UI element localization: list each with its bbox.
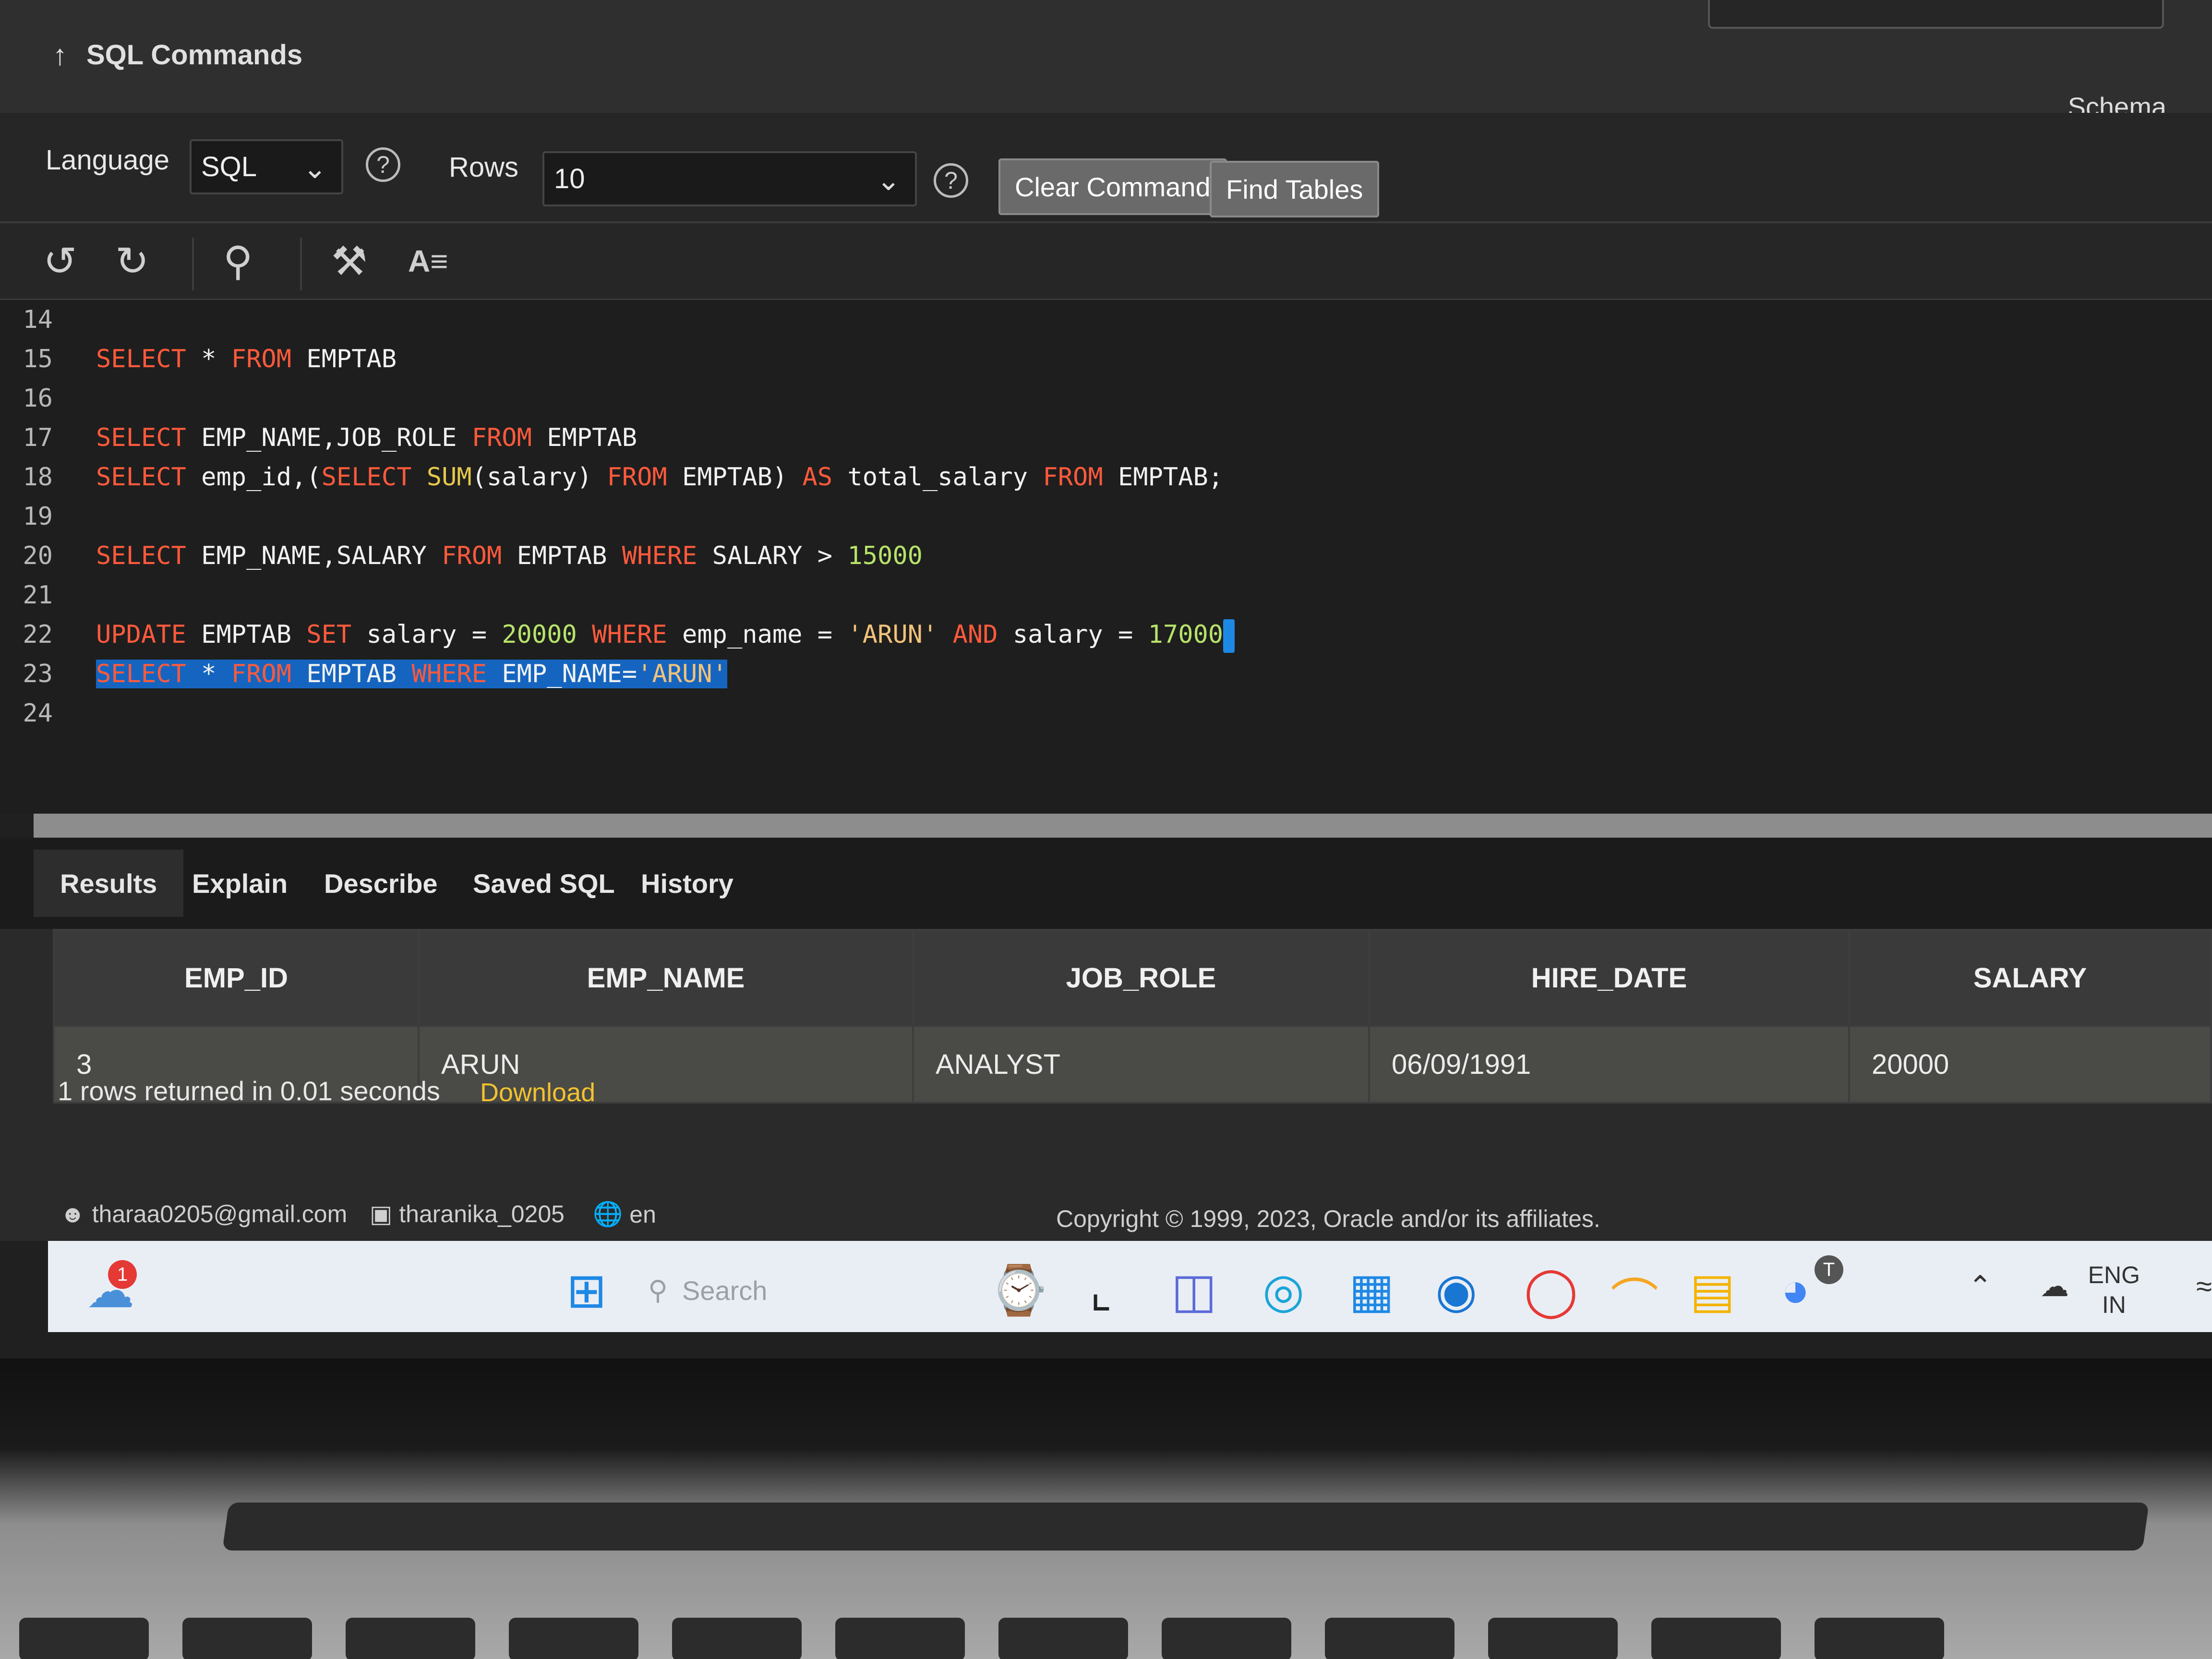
rows-value: 10 bbox=[554, 163, 585, 194]
globe-icon: 🌐 bbox=[593, 1201, 623, 1227]
text-cursor bbox=[1223, 619, 1235, 653]
file-explorer-icon[interactable]: ▤ bbox=[1690, 1262, 1735, 1319]
code-line: 16 bbox=[23, 384, 53, 413]
search-placeholder: Search bbox=[682, 1275, 768, 1306]
wifi-icon[interactable]: ≈ bbox=[2196, 1270, 2212, 1303]
search-icon[interactable]: ⚲ bbox=[223, 238, 253, 285]
rows-returned-text: 1 rows returned in 0.01 seconds bbox=[58, 1076, 440, 1106]
loading-app-icon[interactable]: ⌒ bbox=[1611, 1262, 1659, 1332]
find-tables-button[interactable]: Find Tables bbox=[1210, 161, 1380, 217]
result-tabs: Results Explain Describe Saved SQL Histo… bbox=[0, 838, 2212, 929]
chevron-down-icon: ⌄ bbox=[876, 164, 901, 196]
code-line: 14 bbox=[23, 305, 53, 334]
tab-explain[interactable]: Explain bbox=[166, 850, 314, 917]
global-search-input[interactable] bbox=[1708, 0, 2164, 29]
toolbar-divider bbox=[192, 238, 194, 290]
redo-icon[interactable]: ↻ bbox=[115, 238, 149, 285]
language-value: SQL bbox=[201, 151, 257, 182]
column-header[interactable]: EMP_ID bbox=[53, 929, 420, 1027]
edge-icon[interactable]: ◎ bbox=[1262, 1262, 1304, 1319]
code-line-selected: 23 SELECT * FROM EMPTAB WHERE EMP_NAME='A… bbox=[23, 660, 727, 688]
windows-taskbar: ☁ 1 ⊞ ⚲ Search ⌚ ⌞ ◫ ◎ ▦ ◉ ◯ ⌒ ▤ ◕ T ⌃ ☁… bbox=[48, 1241, 2212, 1332]
search-icon: ⚲ bbox=[648, 1275, 668, 1305]
input-language[interactable]: ENG IN bbox=[2088, 1260, 2140, 1320]
workspace-name: tharanika_0205 bbox=[399, 1201, 565, 1227]
laptop-hinge bbox=[222, 1503, 2150, 1551]
language-label: Language bbox=[46, 144, 170, 176]
chrome-icon[interactable]: ◕ bbox=[1781, 1262, 1810, 1318]
rows-label: Rows bbox=[449, 152, 519, 183]
hammer-icon[interactable]: ⚒ bbox=[331, 238, 367, 285]
windows-start-icon[interactable]: ⊞ bbox=[566, 1262, 607, 1319]
clock-app-icon[interactable]: ⌚ bbox=[989, 1262, 1049, 1319]
rows-help-icon[interactable]: ? bbox=[934, 163, 968, 198]
table-cell: 06/09/1991 bbox=[1368, 1025, 1850, 1104]
tab-history[interactable]: History bbox=[614, 850, 760, 917]
undo-icon[interactable]: ↺ bbox=[43, 238, 77, 285]
copyright-text: Copyright © 1999, 2023, Oracle and/or it… bbox=[1056, 1205, 1600, 1232]
language-code: en bbox=[629, 1201, 656, 1228]
teams-icon[interactable]: ◫ bbox=[1171, 1262, 1216, 1319]
page-title: ↑ SQL Commands bbox=[53, 38, 302, 72]
pane-splitter[interactable] bbox=[34, 814, 2212, 838]
code-line: 22 UPDATE EMPTAB SET salary = 20000 WHERE… bbox=[0, 615, 1235, 654]
taskbar-search[interactable]: ⚲ Search bbox=[648, 1264, 936, 1317]
format-text-icon[interactable]: A≡ bbox=[408, 243, 448, 279]
chevron-down-icon: ⌄ bbox=[302, 152, 327, 184]
notification-badge: 1 bbox=[108, 1260, 137, 1289]
lang-line1: ENG bbox=[2088, 1262, 2140, 1288]
tab-saved-sql[interactable]: Saved SQL bbox=[446, 850, 641, 917]
user-icon: ☻ bbox=[60, 1201, 85, 1227]
sql-editor[interactable]: 14 15 SELECT * FROM EMPTAB 16 17 SELECT EM… bbox=[0, 300, 2212, 814]
language-info[interactable]: 🌐 en bbox=[593, 1200, 656, 1228]
dell-icon[interactable]: ◉ bbox=[1435, 1262, 1477, 1319]
tab-results[interactable]: Results bbox=[34, 850, 184, 917]
workspace-info: ▣ tharanika_0205 bbox=[370, 1200, 565, 1228]
column-header[interactable]: JOB_ROLE bbox=[912, 929, 1370, 1027]
download-link[interactable]: Download bbox=[480, 1078, 595, 1107]
code-line: 15 SELECT * FROM EMPTAB bbox=[23, 345, 397, 373]
code-line: 24 bbox=[23, 699, 53, 728]
code-line: 17 SELECT EMP_NAME,JOB_ROLE FROM EMPTAB bbox=[23, 423, 637, 452]
mcafee-icon[interactable]: ◯ bbox=[1524, 1262, 1578, 1319]
column-header[interactable]: SALARY bbox=[1848, 929, 2212, 1027]
table-cell: ANALYST bbox=[912, 1025, 1370, 1104]
code-line: 20 SELECT EMP_NAME,SALARY FROM EMPTAB WHE… bbox=[23, 541, 923, 570]
column-header[interactable]: HIRE_DATE bbox=[1368, 929, 1850, 1027]
results-panel: EMP_ID EMP_NAME JOB_ROLE HIRE_DATE SALAR… bbox=[0, 929, 2212, 1178]
toolbar-divider bbox=[300, 238, 302, 290]
keyboard-row bbox=[0, 1618, 2212, 1659]
user-info: ☻ tharaa0205@gmail.com bbox=[60, 1200, 347, 1228]
code-line: 18 SELECT emp_id,(SELECT SUM(salary) FROM… bbox=[23, 463, 1224, 492]
table-cell: 20000 bbox=[1848, 1025, 2212, 1104]
lang-line2: IN bbox=[2102, 1291, 2126, 1318]
language-select[interactable]: SQL ⌄ bbox=[190, 139, 343, 194]
store-icon[interactable]: ▦ bbox=[1349, 1262, 1394, 1319]
tab-describe[interactable]: Describe bbox=[298, 850, 464, 917]
editor-toolbar: ↺ ↻ ⚲ ⚒ A≡ bbox=[0, 223, 2212, 300]
clear-command-button[interactable]: Clear Command bbox=[998, 158, 1227, 215]
user-email: tharaa0205@gmail.com bbox=[92, 1201, 348, 1227]
chrome-profile-badge: T bbox=[1815, 1255, 1843, 1284]
table-header-row: EMP_ID EMP_NAME JOB_ROLE HIRE_DATE SALAR… bbox=[53, 929, 2212, 1027]
language-help-icon[interactable]: ? bbox=[366, 147, 400, 182]
rows-select[interactable]: 10 ⌄ bbox=[542, 151, 917, 206]
file-app-icon[interactable]: ⌞ bbox=[1090, 1262, 1112, 1319]
page-header: ↑ SQL Commands Schema bbox=[0, 0, 2212, 122]
column-header[interactable]: EMP_NAME bbox=[418, 929, 914, 1027]
code-line: 19 bbox=[23, 502, 53, 531]
screen: ↑ SQL Commands Schema Language SQL ⌄ ? R… bbox=[0, 0, 2212, 1358]
command-options: Language SQL ⌄ ? Rows 10 ⌄ ? Clear Comma… bbox=[0, 113, 2212, 223]
chevron-up-icon[interactable]: ⌃ bbox=[1968, 1270, 1992, 1303]
up-arrow-icon[interactable]: ↑ bbox=[53, 38, 67, 72]
page-footer: ☻ tharaa0205@gmail.com ▣ tharanika_0205 … bbox=[0, 1178, 2212, 1241]
page-title-text: SQL Commands bbox=[86, 39, 303, 71]
cloud-offline-icon[interactable]: ☁ bbox=[2040, 1270, 2069, 1303]
database-icon: ▣ bbox=[370, 1201, 393, 1227]
code-line: 21 bbox=[23, 581, 53, 610]
